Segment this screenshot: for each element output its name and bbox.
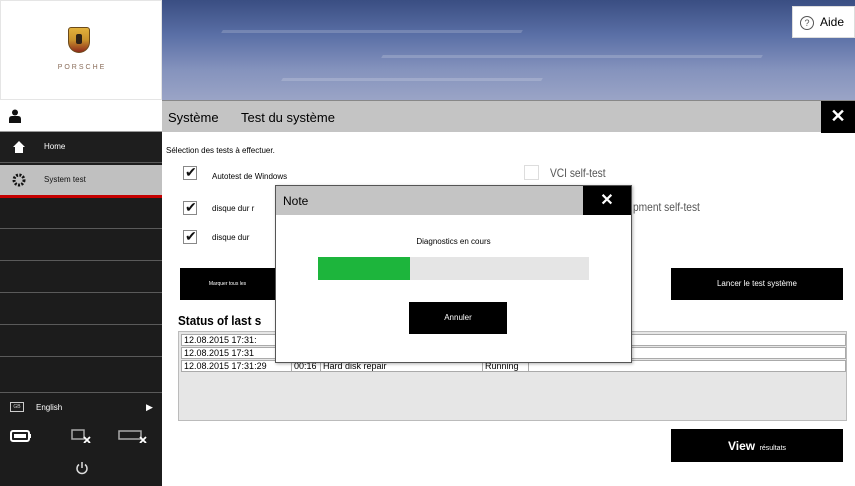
sidebar-item-home[interactable]: Home (0, 132, 162, 163)
chevron-right-icon: ▶ (146, 402, 153, 412)
cell-datetime: 12.08.2015 17:31: (182, 335, 290, 345)
title-bar: Système Test du système ✕ (162, 100, 855, 133)
breadcrumb-section: Système (168, 110, 219, 125)
user-bar[interactable] (0, 100, 162, 132)
help-icon: ? (800, 16, 814, 30)
status-section-title: Status of last s (178, 313, 262, 328)
view-results-button[interactable]: View résultats (671, 429, 843, 462)
help-label: Aide (820, 15, 845, 29)
mark-all-button[interactable]: Marquer tous les (180, 268, 275, 300)
battery-icon[interactable] (10, 429, 32, 443)
sidebar: PORSCHE Home System test GB English ▶ (0, 0, 162, 486)
brand-wordmark: PORSCHE (57, 64, 107, 71)
progress-bar (318, 257, 589, 280)
checkbox-label: VCI self-test (550, 166, 606, 180)
flag-icon: GB (10, 402, 24, 412)
checkbox-label: disque dur r (212, 204, 255, 213)
language-selector[interactable]: GB English ▶ (0, 393, 162, 421)
help-button[interactable]: ? Aide (792, 6, 855, 38)
home-icon (13, 141, 25, 153)
checkbox-label: pment self-test (633, 200, 700, 214)
dialog-message: Diagnostics en cours (416, 237, 491, 246)
sidebar-empty-row (0, 326, 162, 357)
gear-icon (12, 173, 26, 187)
sidebar-empty-row (0, 262, 162, 293)
logo-area: PORSCHE (0, 0, 162, 100)
progress-dialog: Note ✕ Diagnostics en cours Annuler (275, 185, 632, 363)
dialog-title: Note (283, 194, 309, 208)
checkbox-windows-selftest[interactable] (183, 164, 197, 181)
sidebar-item-label: System test (44, 175, 86, 184)
header-banner (162, 0, 855, 100)
user-icon[interactable] (9, 109, 21, 123)
cell-datetime: 12.08.2015 17:31 (182, 348, 290, 358)
view-results-label: View (727, 439, 756, 453)
cancel-button[interactable]: Annuler (409, 302, 507, 334)
sidebar-item-system-test[interactable]: System test (0, 165, 162, 198)
power-icon[interactable] (75, 461, 89, 475)
view-results-sublabel: résultats (759, 445, 787, 452)
page-title: Test du système (241, 110, 335, 125)
vci-disconnect-icon[interactable] (70, 429, 92, 443)
launch-test-button[interactable]: Lancer le test système (671, 268, 843, 300)
power-row (0, 453, 162, 486)
porsche-crest-logo (68, 27, 90, 53)
progress-fill (318, 257, 411, 280)
close-icon[interactable]: ✕ (583, 186, 631, 215)
sidebar-empty-row (0, 230, 162, 261)
checkbox-hdd[interactable] (183, 228, 197, 245)
device-disconnect-icon[interactable] (118, 429, 148, 443)
sidebar-item-label: Home (44, 142, 66, 151)
dialog-header: Note ✕ (276, 186, 631, 215)
instruction-text: Sélection des tests à effectuer. (166, 146, 275, 155)
language-label: English (36, 403, 63, 412)
checkbox-hdd-repair[interactable] (183, 199, 197, 216)
sidebar-empty-row (0, 358, 162, 393)
tools-row (0, 421, 162, 453)
checkbox-label: disque dur (212, 233, 250, 242)
checkbox-label: Autotest de Windows (212, 172, 288, 181)
checkbox-vci-selftest[interactable] (524, 165, 539, 180)
close-icon[interactable]: ✕ (821, 101, 855, 133)
sidebar-empty-row (0, 294, 162, 325)
sidebar-empty-row (0, 198, 162, 229)
